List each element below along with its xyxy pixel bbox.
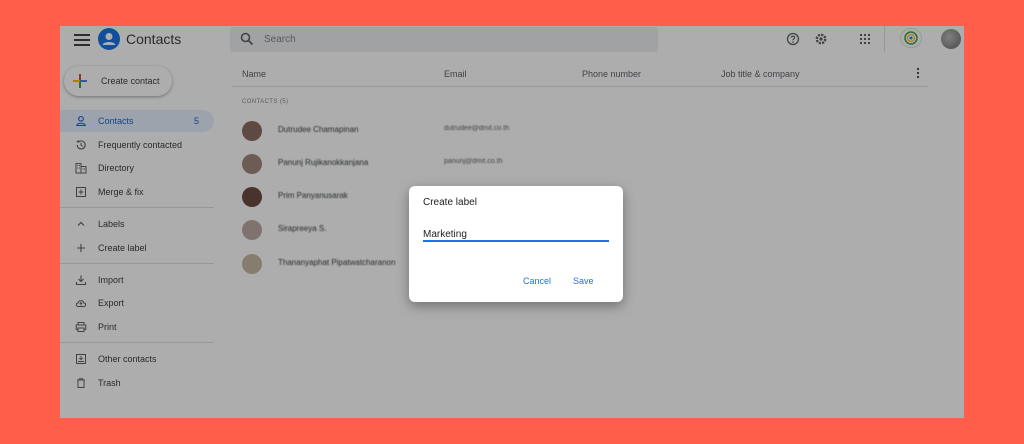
save-button[interactable]: Save: [573, 276, 594, 286]
label-name-input[interactable]: [423, 228, 609, 242]
create-label-dialog: Create label Cancel Save: [409, 186, 623, 302]
dialog-title: Create label: [423, 197, 477, 208]
cancel-button[interactable]: Cancel: [523, 276, 551, 286]
contacts-app-window: Contacts Search Create contact Contacts …: [60, 26, 964, 418]
